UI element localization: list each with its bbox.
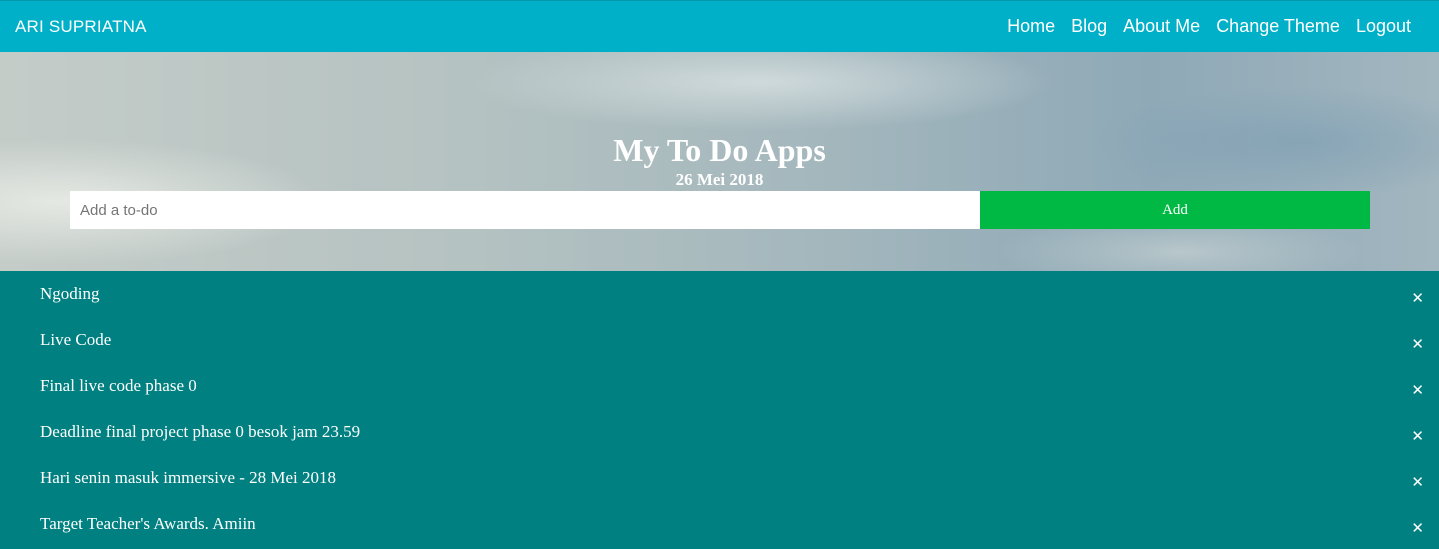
todo-text: Live Code <box>40 329 112 349</box>
current-date: 26 Mei 2018 <box>675 170 764 189</box>
nav-link-home[interactable]: Home <box>1007 16 1055 37</box>
nav-links: Home Blog About Me Change Theme Logout <box>991 16 1411 37</box>
list-item: Live Code ✕ <box>0 317 1439 363</box>
todo-input[interactable] <box>70 191 980 229</box>
todo-text: Hari senin masuk immersive - 28 Mei 2018 <box>40 467 337 487</box>
list-item: Deadline final project phase 0 besok jam… <box>0 409 1439 455</box>
add-button[interactable]: Add <box>980 191 1370 229</box>
close-icon[interactable]: ✕ <box>1411 335 1424 353</box>
page-title: My To Do Apps <box>613 132 826 168</box>
list-item: Ngoding ✕ <box>0 271 1439 317</box>
hero-banner: My To Do Apps 26 Mei 2018 Add <box>0 52 1439 271</box>
list-item: Hari senin masuk immersive - 28 Mei 2018… <box>0 455 1439 501</box>
list-item: Target Teacher's Awards. Amiin ✕ <box>0 501 1439 547</box>
close-icon[interactable]: ✕ <box>1411 381 1424 399</box>
todo-text: Final live code phase 0 <box>40 375 197 395</box>
nav-link-about-me[interactable]: About Me <box>1123 16 1200 37</box>
nav-link-logout[interactable]: Logout <box>1356 16 1411 37</box>
close-icon[interactable]: ✕ <box>1411 427 1424 445</box>
brand-logo-text[interactable]: ARI SUPRIATNA <box>15 17 147 37</box>
navbar: ARI SUPRIATNA Home Blog About Me Change … <box>0 0 1439 52</box>
todo-text: Ngoding <box>40 283 100 303</box>
todo-text: Target Teacher's Awards. Amiin <box>40 513 256 533</box>
close-icon[interactable]: ✕ <box>1411 473 1424 491</box>
list-item: Final live code phase 0 ✕ <box>0 363 1439 409</box>
nav-link-change-theme[interactable]: Change Theme <box>1216 16 1340 37</box>
nav-link-blog[interactable]: Blog <box>1071 16 1107 37</box>
todo-list: Ngoding ✕ Live Code ✕ Final live code ph… <box>0 271 1439 549</box>
close-icon[interactable]: ✕ <box>1411 289 1424 307</box>
todo-text: Deadline final project phase 0 besok jam… <box>40 421 361 441</box>
close-icon[interactable]: ✕ <box>1411 519 1424 537</box>
add-todo-form: Add <box>70 191 1370 229</box>
